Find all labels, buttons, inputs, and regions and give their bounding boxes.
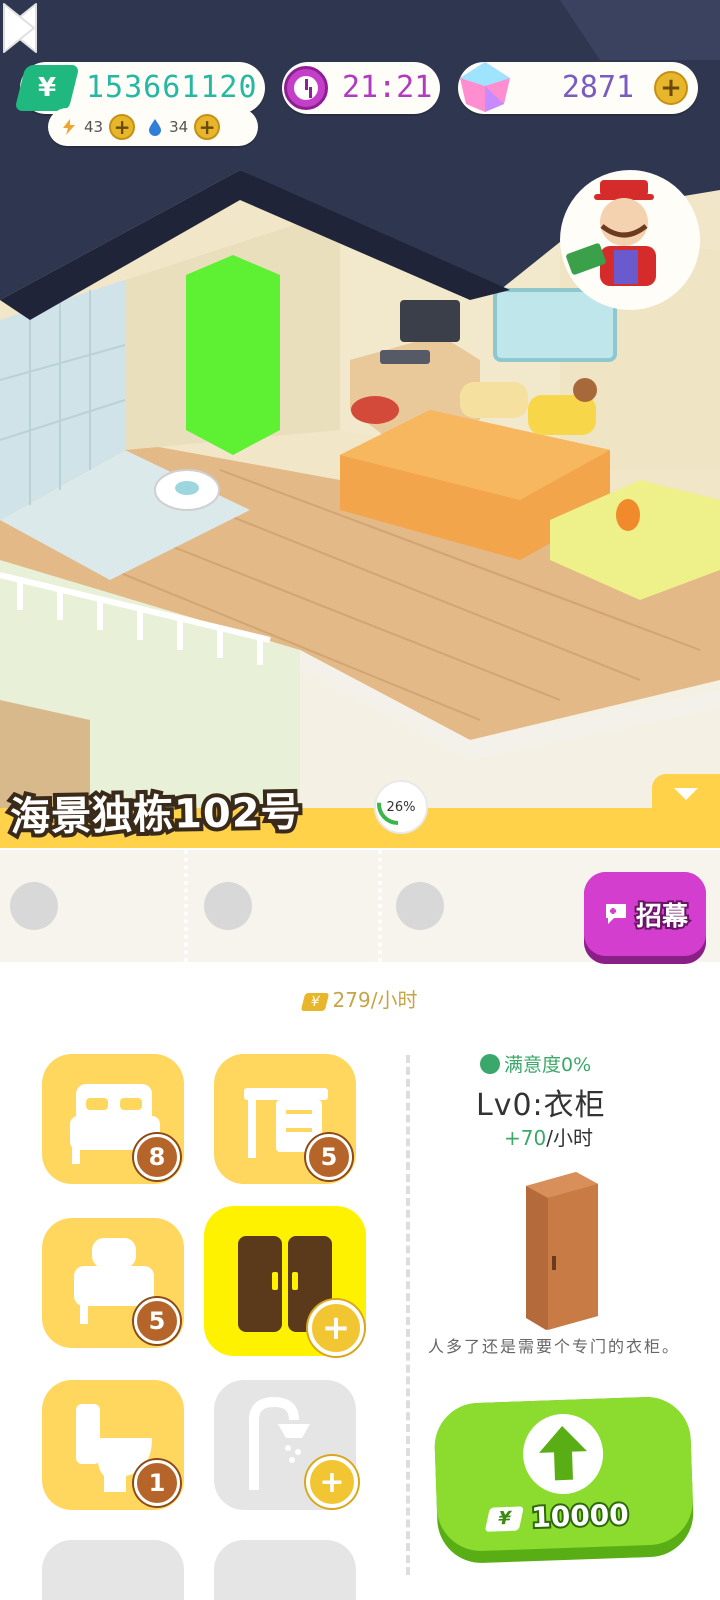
furniture-toilet-tile[interactable]: 1	[42, 1380, 184, 1510]
item-rate: +70/小时	[504, 1122, 593, 1151]
item-name: Lv0:衣柜	[476, 1088, 606, 1123]
item-rate-plus: +70	[504, 1126, 547, 1150]
money-value: 153661120	[86, 70, 258, 105]
upgrade-arrow-icon	[521, 1412, 605, 1496]
add-gems-button[interactable]: +	[654, 71, 688, 105]
next-room-arrow-icon[interactable]	[0, 0, 40, 56]
furniture-bed-tile[interactable]: 8	[42, 1054, 184, 1184]
furniture-tile-partial[interactable]	[42, 1540, 184, 1600]
recruit-label: 招幕	[634, 900, 690, 934]
recruit-button[interactable]: 招幕	[584, 872, 706, 964]
furniture-shower-tile[interactable]: +	[214, 1380, 358, 1510]
bed-count: 8	[134, 1134, 180, 1180]
clock-icon	[284, 66, 328, 110]
gem-counter: 2871 +	[458, 62, 698, 114]
satisfaction-label: 满意度0%	[480, 1050, 591, 1077]
smile-icon	[480, 1053, 500, 1074]
income-value: 279/小时	[332, 988, 418, 1012]
water-drop-icon	[149, 119, 162, 136]
add-water-button[interactable]: +	[194, 114, 221, 140]
upgrade-cost-value: 10000	[529, 1496, 632, 1536]
upgrade-button[interactable]: ¥ 10000	[433, 1395, 695, 1565]
gem-value: 2871	[561, 70, 635, 105]
furniture-wardrobe-tile[interactable]: +	[204, 1206, 366, 1356]
desk-count: 5	[306, 1134, 352, 1180]
house-progress-badge: 26%	[376, 782, 426, 832]
tenant-slot-2[interactable]	[194, 850, 384, 962]
empty-slot-icon	[10, 882, 58, 930]
house-name: 海景独栋102号	[6, 785, 306, 844]
tenant-slot-3[interactable]	[386, 850, 576, 962]
water-counter: 34 +	[147, 114, 221, 140]
landlord-npc-button[interactable]	[560, 170, 700, 310]
energy-counter: 43 +	[60, 114, 136, 140]
lightning-icon	[63, 119, 75, 135]
money-counter: ¥ 153661120	[14, 62, 265, 114]
income-rate: ¥279/小时	[0, 984, 720, 1013]
toilet-count: 1	[134, 1460, 180, 1506]
wardrobe-preview-icon	[526, 1172, 598, 1330]
resource-bar: 43 + 34 +	[48, 108, 258, 146]
yen-icon: ¥	[300, 992, 329, 1011]
panel-divider	[406, 1055, 410, 1575]
house-title-bar: 海景独栋102号 26%	[0, 760, 720, 850]
furniture-chair-tile[interactable]: 5	[42, 1218, 184, 1348]
time-value: 21:21	[342, 70, 433, 105]
chair-count: 5	[134, 1298, 180, 1344]
empty-slot-icon	[396, 882, 444, 930]
item-description: 人多了还是需要个专门的衣柜。	[428, 1337, 681, 1356]
item-rate-unit: /小时	[546, 1126, 593, 1150]
add-shower-button[interactable]: +	[306, 1456, 358, 1508]
collapse-panel-button[interactable]	[652, 774, 720, 818]
recruit-icon	[605, 904, 626, 924]
house-progress-value: 26%	[386, 799, 416, 815]
add-energy-button[interactable]: +	[109, 114, 136, 140]
yen-icon: ¥	[14, 65, 80, 111]
tenant-slot-1[interactable]	[0, 850, 190, 962]
empty-slot-icon	[204, 882, 252, 930]
time-display: 21:21	[282, 62, 440, 114]
furniture-tile-partial[interactable]	[214, 1540, 356, 1600]
energy-value: 43	[84, 118, 104, 136]
upgrade-cost: ¥ 10000	[484, 1496, 632, 1536]
satisfaction-value: 满意度0%	[504, 1054, 592, 1076]
yen-icon: ¥	[484, 1505, 524, 1532]
gem-icon	[460, 62, 510, 112]
landlord-avatar-icon	[566, 180, 656, 286]
water-value: 34	[169, 118, 189, 136]
furniture-desk-tile[interactable]: 5	[214, 1054, 356, 1184]
add-wardrobe-button[interactable]: +	[308, 1300, 364, 1356]
